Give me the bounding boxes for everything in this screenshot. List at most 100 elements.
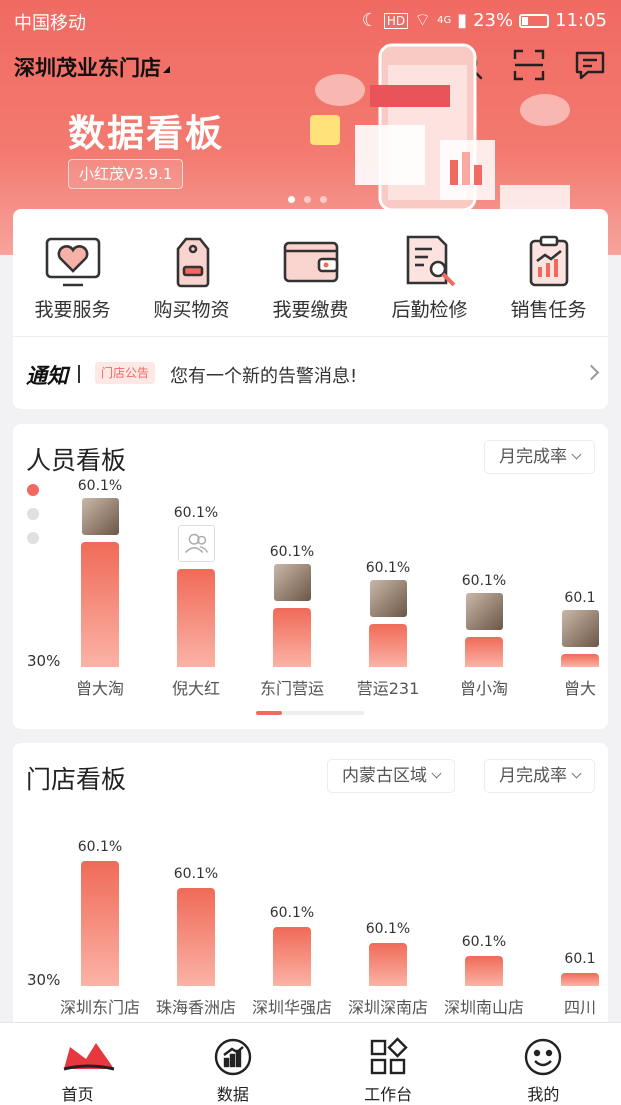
notice-label: 通知 (26, 364, 68, 388)
staff-bar-chart: 60.1% 曾大淘 60.1% 倪大红 60.1% 东门营运 60.1% 营运231 60.1%… (13, 424, 608, 729)
tab-label: 数据 (216, 1085, 249, 1104)
notice-message: 您有一个新的告警消息! (170, 366, 358, 387)
chart-bar[interactable] (81, 542, 119, 667)
service-item[interactable]: 我要服务 (18, 233, 128, 322)
service-item[interactable]: 我要缴费 (256, 233, 366, 322)
chart-bar[interactable] (465, 956, 503, 986)
scroll-indicator (256, 711, 364, 715)
avatar-placeholder-icon (178, 525, 215, 562)
service-label: 购买物资 (153, 299, 230, 321)
staff-board-card: 人员看板 月完成率 30% 60.1% 曾大淘 60.1% 倪大红 60.1% 东门营运 6… (13, 424, 608, 729)
carrier-label: 中国移动 (14, 13, 86, 34)
heart-card-icon (43, 233, 103, 289)
bottom-tab-bar: 首页 数据 工作台 我的 (0, 1022, 621, 1105)
banner-version-badge: 小红茂V3.9.1 (68, 159, 184, 189)
bar-value-label: 60.1% (77, 478, 123, 494)
avatar (274, 564, 311, 601)
caret-down-icon (163, 66, 170, 73)
wallet-icon (281, 233, 341, 289)
bar-category-label: 曾大 (563, 679, 596, 698)
home-crown-icon (58, 1037, 114, 1077)
tab-item[interactable]: 工作台 (311, 1023, 466, 1105)
service-label: 后勤检修 (391, 299, 468, 321)
document-wrench-icon (400, 233, 460, 289)
hd-icon: HD (383, 12, 409, 29)
service-item[interactable]: 购买物资 (137, 233, 247, 322)
tab-item[interactable]: 首页 (0, 1023, 155, 1105)
bar-category-label: 曾小淘 (459, 679, 508, 698)
chart-bar[interactable] (465, 637, 503, 667)
chart-bar[interactable] (369, 943, 407, 986)
service-label: 销售任务 (510, 299, 587, 321)
clock: 11:05 (555, 10, 607, 31)
bar-category-label: 曾大淘 (75, 679, 124, 698)
scroll-thumb (256, 711, 282, 715)
smile-icon (523, 1037, 563, 1077)
tab-label: 工作台 (364, 1085, 413, 1104)
notice-bar[interactable]: 通知 门店公告 您有一个新的告警消息! (13, 336, 608, 410)
carousel-dot[interactable] (304, 196, 311, 203)
store-selector[interactable]: 深圳茂业东门店 (14, 52, 170, 82)
dashboard-illustration (310, 43, 570, 213)
tab-label: 我的 (527, 1085, 560, 1104)
chart-bar[interactable] (177, 569, 215, 667)
tab-label: 首页 (61, 1085, 94, 1104)
chart-bar[interactable] (561, 973, 599, 986)
bar-value-label: 60.1% (461, 573, 507, 589)
bar-value-label: 60.1% (173, 866, 219, 882)
chevron-right-icon (583, 364, 600, 381)
bar-value-label: 60.1% (365, 921, 411, 937)
grid-icon (368, 1037, 408, 1077)
bar-value-label: 60.1 (564, 590, 596, 606)
network-label: 4G (437, 15, 452, 26)
service-item[interactable]: 后勤检修 (375, 233, 485, 322)
wifi-icon: ⌔ (414, 10, 432, 31)
chart-bar[interactable] (561, 654, 599, 667)
chart-bar[interactable] (273, 608, 311, 667)
store-bar-chart: 60.1% 深圳东门店 60.1% 珠海香洲店 60.1% 深圳华强店 60.1% 深圳深南店… (13, 743, 608, 1033)
bar-category-label: 深圳华强店 (251, 998, 332, 1017)
carousel-dot[interactable] (320, 196, 327, 203)
bar-value-label: 60.1% (269, 544, 315, 560)
avatar (562, 610, 599, 647)
service-grid: 我要服务 购买物资 我要缴费 后勤检修 销售任务 (13, 209, 608, 322)
bar-category-label: 东门营运 (259, 679, 324, 698)
notice-tag: 门店公告 (95, 362, 156, 384)
service-item[interactable]: 销售任务 (494, 233, 604, 322)
avatar (466, 593, 503, 630)
battery-icon (519, 13, 550, 28)
tab-item[interactable]: 数据 (155, 1023, 310, 1105)
chart-bar[interactable] (273, 927, 311, 986)
chart-bar[interactable] (369, 624, 407, 667)
bar-category-label: 倪大红 (171, 679, 220, 698)
notice-divider (78, 365, 80, 383)
bar-category-label: 深圳东门店 (59, 998, 140, 1017)
bar-category-label: 营运231 (356, 679, 420, 698)
bar-value-label: 60.1% (365, 560, 411, 576)
service-label: 我要服务 (34, 299, 111, 321)
avatar (370, 580, 407, 617)
status-bar: 中国移动 ☾ HD ⌔ 4G ▮ 23% 11:05 (0, 0, 621, 40)
services-card: 我要服务 购买物资 我要缴费 后勤检修 销售任务 通知 门店公告 您有一个新的告警消息! (13, 209, 608, 409)
service-label: 我要缴费 (272, 299, 349, 321)
banner-title: 数据看板 (68, 112, 224, 155)
avatar (82, 498, 119, 535)
bar-category-label: 珠海香洲店 (155, 998, 236, 1017)
tab-item[interactable]: 我的 (466, 1023, 621, 1105)
status-icons: ☾ HD ⌔ 4G ▮ 23% 11:05 (362, 9, 607, 32)
carousel-dots (288, 196, 327, 203)
chart-bar[interactable] (81, 861, 119, 986)
bar-value-label: 60.1% (173, 505, 219, 521)
battery-percent: 23% (473, 10, 514, 31)
chart-icon (213, 1037, 253, 1077)
bar-value-label: 60.1% (77, 839, 123, 855)
carousel-dot[interactable] (288, 196, 295, 203)
chart-bar[interactable] (177, 888, 215, 986)
tag-icon (162, 233, 222, 289)
bar-value-label: 60.1% (461, 934, 507, 950)
bar-value-label: 60.1 (564, 951, 596, 967)
moon-icon: ☾ (361, 10, 378, 31)
bar-category-label: 深圳南山店 (443, 998, 524, 1017)
signal-icon: ▮ (457, 10, 468, 31)
bar-category-label: 四川 (563, 998, 596, 1017)
